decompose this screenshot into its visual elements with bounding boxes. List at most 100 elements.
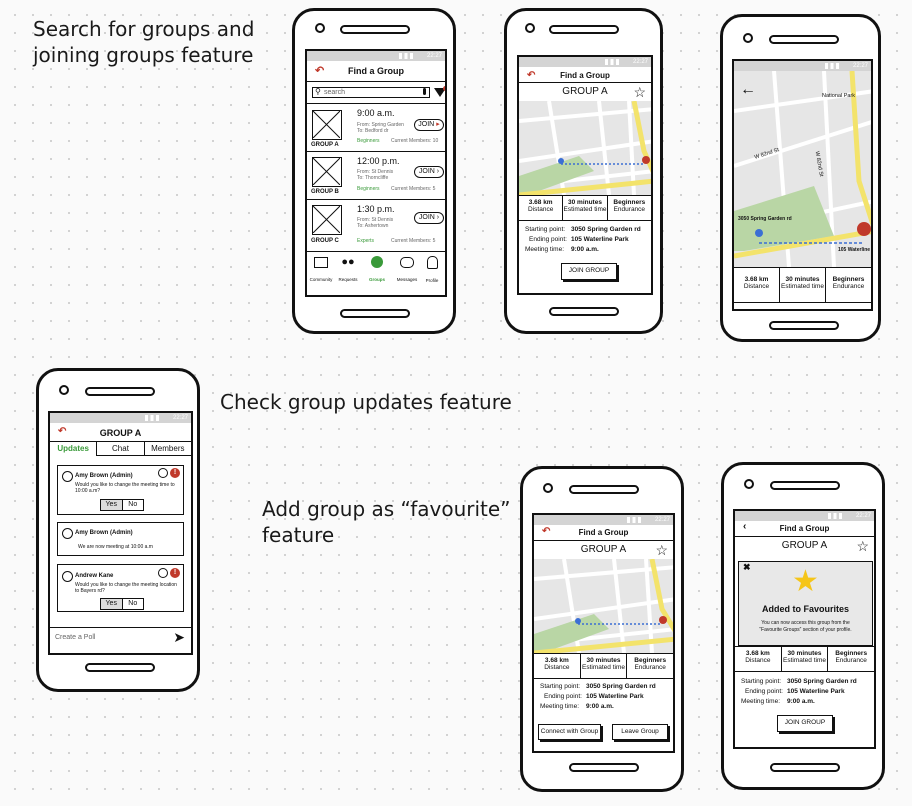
- nav-profile[interactable]: Profile: [420, 256, 444, 287]
- connect-with-group-button[interactable]: Connect with Group: [538, 724, 601, 740]
- start-value: 3050 Spring Garden rd: [787, 678, 857, 685]
- alert-icon: !: [170, 468, 180, 478]
- group-time: 1:30 p.m.: [357, 204, 395, 214]
- clock-icon: [158, 468, 168, 478]
- home-button[interactable]: [770, 763, 840, 772]
- end-value: 105 Waterline Park: [586, 693, 644, 700]
- nav-messages[interactable]: Messages: [395, 257, 419, 286]
- phone-full-map: 22:27 ← National Park W 82nd St W 82nd S…: [720, 14, 881, 342]
- search-input[interactable]: ⚲ search: [312, 87, 430, 98]
- favourite-star-icon[interactable]: ☆: [856, 538, 869, 555]
- group-level: Experts: [357, 238, 374, 244]
- start-label: Starting point:: [540, 683, 581, 690]
- join-button[interactable]: JOIN ▸: [414, 119, 444, 131]
- join-group-button[interactable]: JOIN GROUP: [561, 263, 617, 280]
- update-post: Andrew Kane ! Would you like to change t…: [57, 564, 184, 612]
- start-label: Starting point:: [741, 678, 782, 685]
- page-title: Find a Group: [578, 528, 629, 537]
- camera: [315, 23, 325, 33]
- post-author: Amy Brown (Admin): [75, 530, 133, 536]
- nav-community[interactable]: Community: [309, 257, 333, 286]
- phone-group-updates: 22:27 ↶ GROUP A Updates Chat Members Amy…: [36, 368, 200, 692]
- time-label: Meeting time:: [741, 698, 781, 705]
- route-stats: 3.68 km Distance 30 minutes Estimated time…: [734, 267, 871, 303]
- bottom-nav: Community ●● Requests Groups Messages Pr…: [307, 253, 445, 293]
- tab-chat[interactable]: Chat: [97, 442, 145, 456]
- avatar-icon: [62, 571, 73, 582]
- poll-yes-button[interactable]: Yes: [101, 500, 123, 510]
- end-label: Ending point:: [544, 693, 582, 700]
- tab-members[interactable]: Members: [144, 442, 191, 456]
- profile-icon: [426, 256, 438, 269]
- time-value: 9:00 a.m.: [571, 246, 599, 253]
- list-item-group-a[interactable]: GROUP A 9:00 a.m. From: Spring Garden To…: [307, 104, 445, 151]
- page-title: Find a Group: [348, 66, 404, 76]
- search-placeholder: search: [324, 89, 346, 96]
- create-poll-input[interactable]: Create a Poll: [55, 634, 95, 641]
- group-time: 9:00 a.m.: [357, 108, 395, 118]
- chat-icon: [400, 257, 414, 268]
- star-icon: ★: [792, 565, 819, 598]
- send-icon[interactable]: ➤: [173, 629, 185, 646]
- screen-group-detail: 22:27 ↶ Find a Group GROUP A ☆ 3.68 km D…: [517, 55, 653, 295]
- modal-title: Added to Favourites: [761, 604, 849, 614]
- home-button[interactable]: [85, 663, 155, 672]
- group-title: GROUP A: [781, 540, 828, 551]
- join-button[interactable]: JOIN ›: [414, 166, 444, 178]
- newspaper-icon: [314, 257, 328, 268]
- route-stats: 3.68 km Distance 30 minutes Estimated time…: [735, 646, 874, 672]
- home-button[interactable]: [769, 321, 839, 330]
- filter-badge-icon: [443, 86, 445, 91]
- modal-text: You can now access this group from the: [761, 620, 850, 626]
- alert-icon: !: [170, 568, 180, 578]
- mic-icon[interactable]: [423, 88, 426, 95]
- group-image: [312, 205, 342, 235]
- phone-joined-group: 22:27 ↶ Find a Group GROUP A ☆ 3.68 km D…: [520, 466, 684, 792]
- page-title: Find a Group: [779, 524, 830, 533]
- route-map[interactable]: [534, 559, 673, 653]
- list-item-group-b[interactable]: GROUP B 12:00 p.m. From: St Dennis To: T…: [307, 152, 445, 199]
- map-label-start: 3050 Spring Garden rd: [738, 216, 792, 222]
- group-name: GROUP B: [311, 189, 339, 195]
- list-item-group-c[interactable]: GROUP C 1:30 p.m. From: St Dennis To: As…: [307, 200, 445, 247]
- group-level: Beginners: [357, 138, 380, 144]
- back-arrow-icon[interactable]: ←: [740, 81, 756, 99]
- group-title: GROUP A: [580, 544, 627, 555]
- screen-group-updates: 22:27 ↶ GROUP A Updates Chat Members Amy…: [48, 411, 193, 655]
- page-title: Find a Group: [560, 71, 610, 80]
- poll-yes-button[interactable]: Yes: [101, 599, 123, 609]
- modal-text: “Favourite Groups” section of your profi…: [759, 627, 852, 633]
- nav-requests[interactable]: ●● Requests: [336, 256, 360, 286]
- leave-group-button[interactable]: Leave Group: [612, 724, 668, 740]
- favourite-star-icon[interactable]: ☆: [655, 542, 668, 559]
- group-level: Beginners: [357, 186, 380, 192]
- start-value: 3050 Spring Garden rd: [586, 683, 656, 690]
- poll-no-button[interactable]: No: [123, 500, 144, 510]
- home-button[interactable]: [569, 763, 639, 772]
- join-group-button[interactable]: JOIN GROUP: [777, 715, 833, 732]
- group-image: [312, 110, 342, 140]
- join-button[interactable]: JOIN ›: [414, 212, 444, 224]
- favourite-modal: ✖ ★ Added to Favourites You can now acce…: [738, 561, 873, 646]
- screen-added-favourites: 22:27 ‹ Find a Group GROUP A ☆ ✖ ★ Added…: [733, 509, 876, 749]
- group-to: To: Ashertown: [357, 223, 389, 229]
- favourite-star-icon[interactable]: ☆: [633, 84, 646, 101]
- start-value: 3050 Spring Garden rd: [571, 226, 641, 233]
- home-button[interactable]: [340, 309, 410, 318]
- route-map-large[interactable]: ← National Park W 82nd St W 82nd St 3050…: [734, 71, 871, 267]
- poll-no-button[interactable]: No: [123, 599, 144, 609]
- group-title: GROUP A: [562, 86, 608, 97]
- group-time: 12:00 p.m.: [357, 156, 400, 166]
- start-label: Starting point:: [525, 226, 566, 233]
- phone-find-group-list: 22:27 ↶ Find a Group ⚲ search GROUP A 9:…: [292, 8, 456, 334]
- tab-updates[interactable]: Updates: [50, 442, 98, 456]
- route-map[interactable]: [519, 101, 651, 195]
- update-post: Amy Brown (Admin) We are now meeting at …: [57, 522, 184, 556]
- map-label-park: National Park: [822, 93, 856, 99]
- poll-options: Yes No: [100, 499, 144, 511]
- nav-groups[interactable]: Groups: [365, 256, 389, 286]
- tab-bar: Updates Chat Members: [50, 442, 191, 456]
- home-button[interactable]: [549, 307, 619, 316]
- group-name: GROUP C: [311, 238, 339, 244]
- time-label: Meeting time:: [525, 246, 565, 253]
